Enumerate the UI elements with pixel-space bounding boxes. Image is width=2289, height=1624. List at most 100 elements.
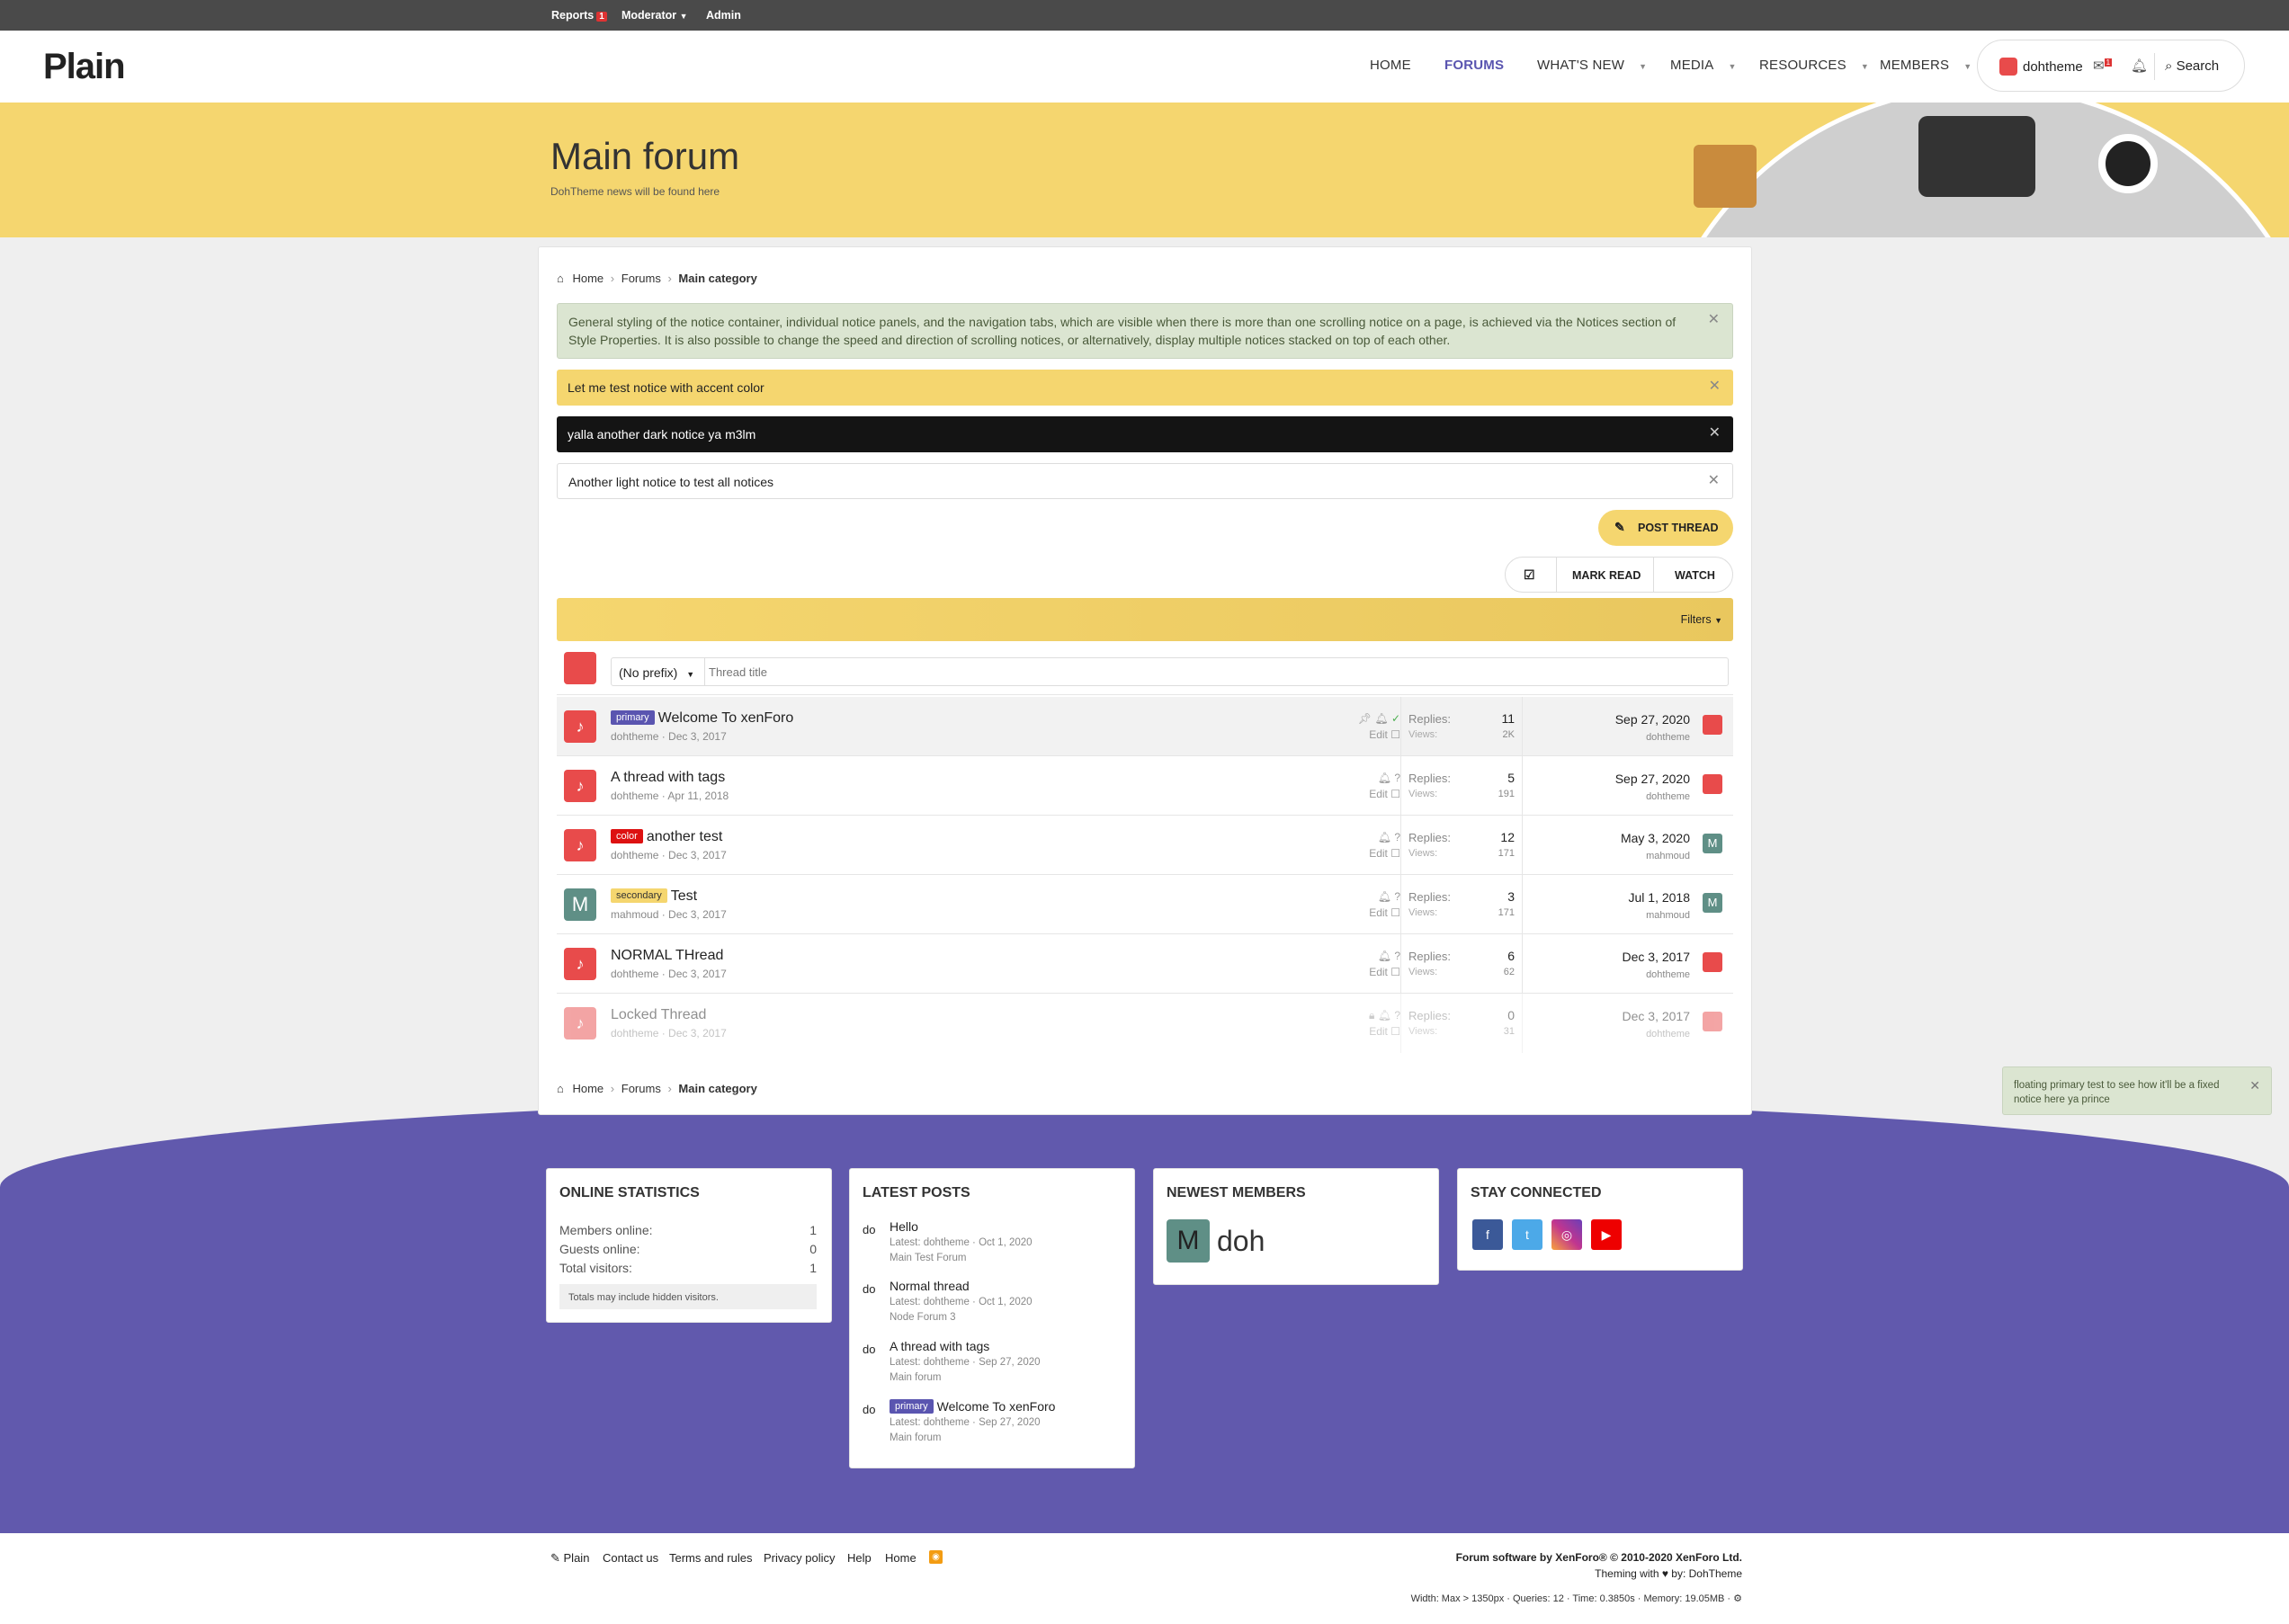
caret-down-icon[interactable]: ▼ [1639,62,1647,71]
nav-whats-new[interactable]: WHAT'S NEW ▼ [1537,58,1647,73]
search-button[interactable]: ⌕ Search [2165,58,2219,74]
last-poster[interactable]: mahmoud [1646,910,1690,921]
last-poster[interactable]: mahmoud [1646,851,1690,861]
thread-title-input[interactable] [709,662,1716,682]
last-poster-avatar[interactable]: M [1703,834,1722,853]
thread-author[interactable]: dohtheme [611,1027,658,1040]
home-icon[interactable]: ⌂ [557,1082,564,1095]
breadcrumb-home[interactable]: Home [572,272,604,285]
bell-icon[interactable]: 🔔︎ [2131,58,2148,74]
moderator-menu[interactable]: Moderator ▼ [621,9,688,22]
breadcrumb-forums[interactable]: Forums [621,272,661,285]
close-icon[interactable]: ✕ [2249,1078,2260,1093]
edit-link[interactable]: Edit [1369,966,1388,978]
watch-button[interactable]: WATCH [1675,569,1715,582]
site-logo[interactable]: Plain [43,47,126,87]
prefix-tag[interactable]: primary [611,710,655,725]
edit-link[interactable]: Edit [1369,847,1388,860]
nav-home[interactable]: HOME [1370,58,1411,73]
edit-link[interactable]: Edit [1369,788,1388,800]
nav-resources[interactable]: RESOURCES ▼ [1759,58,1869,73]
user-avatar[interactable]: ♪ [564,948,596,980]
thread-author[interactable]: dohtheme [611,849,658,861]
breadcrumb-current[interactable]: Main category [678,272,756,285]
thread-title[interactable]: another test [647,829,723,844]
post-item[interactable]: do Normal thread Latest: dohtheme · Oct 1,… [863,1279,1105,1333]
last-poster-avatar[interactable]: M [1703,893,1722,913]
last-poster-avatar[interactable] [1703,715,1722,735]
admin-link[interactable]: Admin [706,9,741,22]
edit-link[interactable]: Edit [1369,906,1388,919]
select-checkbox[interactable]: ☐ [1390,966,1400,978]
select-checkbox[interactable]: ☐ [1390,1025,1400,1038]
facebook-icon[interactable]: f [1472,1219,1503,1250]
user-avatar[interactable]: ♪ [564,770,596,802]
last-poster[interactable]: dohtheme [1646,791,1690,802]
thread-author[interactable]: mahmoud [611,908,658,921]
thread-row[interactable]: ♪ Locked Thread dohtheme · Dec 3, 2017 🔒… [557,994,1733,1053]
footer-link-privacy[interactable]: Privacy policy [764,1551,835,1565]
nav-forums[interactable]: FORUMS [1444,58,1504,73]
thread-title[interactable]: NORMAL THread [611,948,723,963]
prefix-select[interactable]: (No prefix) ▼ [612,658,705,685]
breadcrumb-forums[interactable]: Forums [621,1082,661,1095]
filters-button[interactable]: Filters ▼ [1681,613,1722,626]
thread-row[interactable]: M secondary Test mahmoud · Dec 3, 2017 🔔︎… [557,875,1733,934]
thread-title[interactable]: Test [671,888,697,904]
last-post-date[interactable]: Dec 3, 2017 [1623,1009,1691,1023]
thread-row[interactable]: ♪ A thread with tags dohtheme · Apr 11, … [557,756,1733,816]
select-checkbox[interactable]: ☐ [1390,906,1400,919]
user-avatar[interactable]: ♪ [564,829,596,861]
home-icon[interactable]: ⌂ [557,272,564,285]
edit-link[interactable]: Edit [1369,728,1388,741]
reports-link[interactable]: Reports 1 [551,9,607,22]
post-thread-button[interactable]: ✎ POST THREAD [1598,510,1733,546]
software-credit[interactable]: Forum software by XenForo® © 2010-2020 X… [1456,1551,1742,1564]
nav-members[interactable]: MEMBERS ▼ [1880,58,1972,73]
theme-credit[interactable]: Theming with ♥ by: DohTheme [1595,1567,1742,1580]
thread-title[interactable]: Locked Thread [611,1007,706,1022]
user-avatar[interactable] [1999,58,2017,76]
caret-down-icon[interactable]: ▼ [1861,62,1869,71]
prefix-tag[interactable]: secondary [611,888,667,903]
rss-icon[interactable]: ◉ [929,1550,943,1564]
last-post-date[interactable]: Sep 27, 2020 [1615,712,1690,727]
thread-title[interactable]: Welcome To xenForo [658,710,794,726]
footer-link-terms[interactable]: Terms and rules [669,1551,752,1565]
breadcrumb-home[interactable]: Home [572,1082,604,1095]
breadcrumb-current[interactable]: Main category [678,1082,756,1095]
thread-author[interactable]: dohtheme [611,968,658,980]
last-poster[interactable]: dohtheme [1646,1029,1690,1040]
last-poster-avatar[interactable] [1703,952,1722,972]
footer-link-plain[interactable]: ✎ Plain [550,1551,589,1566]
footer-link-home[interactable]: Home [885,1551,916,1565]
last-poster[interactable]: dohtheme [1646,969,1690,980]
nav-media[interactable]: MEDIA ▼ [1670,58,1737,73]
caret-down-icon[interactable]: ▼ [1963,62,1972,71]
prefix-tag[interactable]: color [611,829,643,843]
prefix-tag[interactable]: primary [890,1399,934,1414]
select-checkbox[interactable]: ☐ [1390,728,1400,741]
thread-author[interactable]: dohtheme [611,730,658,743]
last-poster-avatar[interactable] [1703,1012,1722,1031]
last-post-date[interactable]: Sep 27, 2020 [1615,772,1690,786]
thread-author[interactable]: dohtheme [611,790,658,802]
thread-row[interactable]: ♪ NORMAL THread dohtheme · Dec 3, 2017 🔔… [557,934,1733,994]
checkbox-icon[interactable]: ☑ [1524,567,1535,583]
last-post-date[interactable]: Dec 3, 2017 [1623,950,1691,964]
twitter-icon[interactable]: t [1512,1219,1542,1250]
close-icon[interactable]: ✕ [1708,311,1720,329]
close-icon[interactable]: ✕ [1709,377,1721,395]
user-avatar[interactable]: ♪ [564,1007,596,1040]
post-item[interactable]: do primary Welcome To xenForo Latest: dohth… [863,1399,1105,1453]
thread-row[interactable]: ♪ color another test dohtheme · Dec 3, 20… [557,816,1733,875]
username-link[interactable]: dohtheme [2023,59,2083,75]
select-checkbox[interactable]: ☐ [1390,788,1400,800]
inbox-icon[interactable]: ✉ 1 [2093,58,2113,74]
caret-down-icon[interactable]: ▼ [1729,62,1737,71]
close-icon[interactable]: ✕ [1708,471,1720,489]
youtube-icon[interactable]: ▶ [1591,1219,1622,1250]
footer-link-help[interactable]: Help [847,1551,872,1565]
edit-link[interactable]: Edit [1369,1025,1388,1038]
last-poster[interactable]: dohtheme [1646,732,1690,743]
